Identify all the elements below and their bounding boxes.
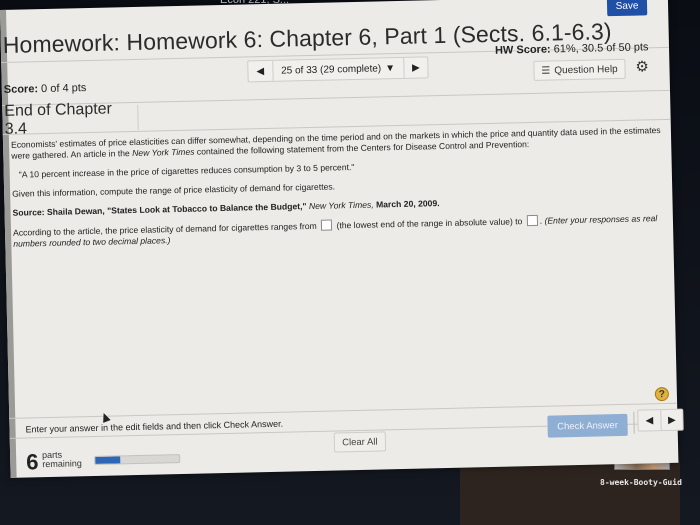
answer-high-input[interactable] bbox=[526, 214, 538, 227]
question-score: Score: 0 of 4 pts bbox=[4, 82, 87, 96]
check-answer-button[interactable]: Check Answer bbox=[547, 413, 628, 438]
intro-publication: New York Times bbox=[132, 146, 195, 159]
homework-window: Homework: Homework 6: Chapter 6, Part 1 … bbox=[0, 0, 684, 478]
help-icon[interactable]: ? bbox=[654, 386, 670, 402]
previous-question-button[interactable]: ◀ bbox=[248, 61, 272, 82]
source-citation: Source: Shaila Dewan, "States Look at To… bbox=[12, 201, 307, 218]
triangle-left-icon: ◀ bbox=[256, 65, 265, 77]
parts-label-line2: remaining bbox=[42, 458, 82, 470]
prompt-period: . bbox=[539, 215, 543, 226]
gear-icon[interactable]: ⚙ bbox=[635, 57, 649, 75]
score-label: Score: bbox=[3, 83, 39, 96]
previous-question-button[interactable]: ◀ bbox=[638, 410, 660, 430]
triangle-right-icon: ▶ bbox=[411, 61, 420, 74]
footer-question-navigator: ◀ ▶ bbox=[637, 408, 684, 432]
clear-all-button[interactable]: Clear All bbox=[333, 431, 387, 453]
score-value: 0 of 4 pts bbox=[40, 82, 87, 96]
desktop-file-label[interactable]: 8-week-Booty-Guid bbox=[600, 478, 682, 487]
prompt-text-middle: (the lowest end of the range in absolute… bbox=[336, 216, 523, 231]
next-question-button[interactable]: ▶ bbox=[402, 57, 429, 78]
divider bbox=[633, 411, 635, 434]
parts-remaining-count: 6 bbox=[25, 449, 39, 475]
section-label: End of Chapter 3.4 bbox=[4, 100, 139, 137]
answer-low-input[interactable] bbox=[321, 219, 333, 231]
question-help-button[interactable]: ☰ Question Help bbox=[533, 58, 626, 81]
parts-remaining-label: parts remaining bbox=[42, 450, 82, 469]
question-select-dropdown[interactable]: 25 of 33 (29 complete) ▼ bbox=[271, 57, 404, 81]
question-body: Economists' estimates of price elasticit… bbox=[11, 125, 663, 250]
progress-fill bbox=[95, 456, 121, 464]
hw-score-label: HW Score: bbox=[494, 43, 551, 57]
source-publication: New York Times, bbox=[306, 199, 374, 212]
chevron-down-icon: ▼ bbox=[385, 62, 396, 74]
source-date: March 20, 2009. bbox=[373, 198, 440, 210]
screen: Econ 221, S... 8-week-Booty-Guid Homewor… bbox=[0, 0, 700, 525]
question-position: 25 of 33 (29 complete) bbox=[281, 62, 382, 77]
mouse-cursor-icon bbox=[99, 411, 111, 423]
save-button[interactable]: Save bbox=[606, 0, 648, 17]
question-prompt: According to the article, the price elas… bbox=[13, 212, 663, 250]
list-icon: ☰ bbox=[541, 65, 551, 77]
question-navigator: ◀ 25 of 33 (29 complete) ▼ ▶ bbox=[247, 56, 430, 83]
hw-score: HW Score: 61%, 30.5 of 50 pts bbox=[495, 41, 649, 56]
question-help-label: Question Help bbox=[554, 63, 618, 76]
next-question-button[interactable]: ▶ bbox=[660, 409, 683, 431]
hw-score-value: 61%, 30.5 of 50 pts bbox=[553, 41, 649, 56]
parts-progress-bar bbox=[94, 454, 181, 465]
